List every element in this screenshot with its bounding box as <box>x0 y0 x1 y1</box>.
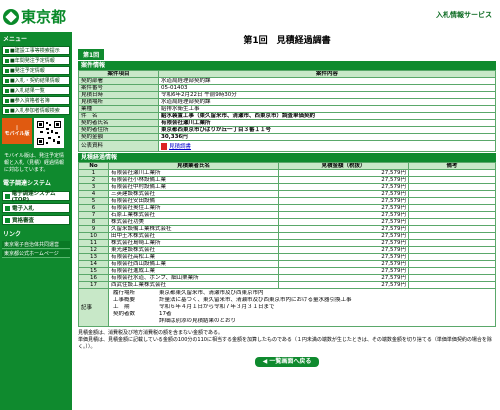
table-row: 件 名給水装置工事（東久留米市、清瀬市、西東京市）調査単価契約 <box>78 112 496 120</box>
note-1: 見積金額は、消費税及び地方消費税の額を含まない金額である。 <box>78 330 223 336</box>
info-header-item: 案件項目 <box>78 70 159 78</box>
bullet-icon <box>5 48 9 53</box>
bullet-icon <box>5 108 9 113</box>
e-procurement-top-button[interactable]: 電子調達システム(TOP) <box>2 191 70 203</box>
main-content: 第1回 見積経過調書 第1回 案件情報 案件項目 案件内容 契約部署 水道局経理部… <box>78 32 496 367</box>
table-row: 13 有限会社高松工業 27,579円 <box>78 253 496 261</box>
round-tab: 第1回 <box>78 49 105 60</box>
table-row: 見積場所 水道局経理部契約課 <box>78 98 496 106</box>
table-row: 17 西武住設工業株式会社 27,579円 <box>78 281 496 289</box>
tokyo-logo[interactable]: 東京都 <box>3 6 66 27</box>
table-row: 契約者住所 東京都西東京市ひばりが丘一丁目３番１１号 <box>78 126 496 134</box>
info-header-content: 案件内容 <box>158 70 496 78</box>
mobile-note: モバイル版は、発注予定情報と入札（見積）経過情報に対応しています。 <box>4 153 65 173</box>
e-bidding-button[interactable]: 電子入札 <box>2 203 70 213</box>
table-row: 契約部署 水道局経理部契約課 <box>78 77 496 85</box>
table-row: 10 田中土木株式会社 27,579円 <box>78 232 496 240</box>
notes: 見積金額は、消費税及び地方消費税の額を含まない金額である。 単価見積は、見積金額… <box>78 330 496 351</box>
table-row: 7 石原工業株式会社 27,579円 <box>78 211 496 219</box>
table-row: 見積日時 令和6年2月22日 午前9時30分 <box>78 91 496 99</box>
links-title: リンク <box>3 231 22 238</box>
link-tokyo-official[interactable]: 東京都公式ホームページ <box>2 250 70 258</box>
table-row: 11 株式会社島崎工業所 27,579円 <box>78 239 496 247</box>
table-row: 公表資料 見積調書 <box>78 140 496 152</box>
table-row: 14 有限会社西山設備工業 27,579円 <box>78 260 496 268</box>
remarks-content: 履行場所 東京都東久留米市、清瀬市及び西東京市内 工事概要 計量法に基づく、東久留米市… <box>108 288 496 327</box>
table-row: 9 久留米設備工業株式会社 27,579円 <box>78 225 496 233</box>
table-row: 1 有限会社瀬川工業所 27,579円 <box>78 169 496 177</box>
pdf-icon <box>161 142 167 150</box>
result-header-remark: 備考 <box>408 162 496 170</box>
mobile-section: ▯ モバイル版 <box>2 118 70 148</box>
table-row: 2 有限会社小林設備工業 27,579円 <box>78 176 496 184</box>
sidebar-item-participant-search[interactable]: ■入札参加者情報検索 <box>2 106 70 115</box>
table-row: 案件番号 05-01403 <box>78 84 496 92</box>
bullet-icon <box>5 58 9 63</box>
remarks-line: 履行場所 東京都東久留米市、清瀬市及び西東京市内 <box>113 290 264 296</box>
remarks-line: 工 期令和６年４月１日から令和７年３月３１日まで <box>113 304 275 310</box>
result-header-no: No <box>78 162 109 170</box>
page-title: 第1回 見積経過調書 <box>243 36 331 46</box>
public-document-link[interactable]: 見積調書 <box>158 140 496 152</box>
table-row: 4 三英建設株式会社 27,579円 <box>78 190 496 198</box>
table-row: 3 有限会社中村設備工業 27,579円 <box>78 183 496 191</box>
sidebar-item-result-list[interactable]: ■入札結果一覧 <box>2 86 70 95</box>
bid-info-service-link[interactable]: 入札情報サービス <box>436 10 492 20</box>
bullet-icon <box>5 88 9 93</box>
note-2: 単価見積は、見積金額に記載している金額の100分の110に相当する金額を加算した… <box>78 337 492 350</box>
link-e-government[interactable]: 東京電子自治体共同運営 <box>2 241 70 249</box>
table-row: 16 有限会社水道、ポンプ、細山栗業所 27,579円 <box>78 274 496 282</box>
sidebar-item-order-plan[interactable]: ■発注予定情報 <box>2 66 70 75</box>
remarks-line: 契約者数 17者 <box>113 311 172 317</box>
logo-text: 東京都 <box>21 8 67 26</box>
remarks-inner: 履行場所 東京都東久留米市、清瀬市及び西東京市内 工事概要 計量法に基づく、東久留米市… <box>111 290 354 325</box>
square-icon <box>5 205 10 211</box>
result-header-name: 見積業者氏名 <box>108 162 279 170</box>
info-section-bar: 案件情報 <box>78 61 496 70</box>
result-section-bar: 見積経過情報 <box>78 153 496 162</box>
sidebar-item-construction-search[interactable]: ■建設工事等検索提示 <box>2 46 70 55</box>
qr-code-icon <box>34 118 64 148</box>
remarks-row: 記事 履行場所 東京都東久留米市、清瀬市及び西東京市内 工事概要 計量法に基づく、東久… <box>78 288 496 327</box>
table-row: 6 有限会社奥住工業所 27,579円 <box>78 204 496 212</box>
table-row: 12 東光建設株式会社 27,579円 <box>78 246 496 254</box>
result-header-amount: 見積金額（税抜） <box>278 162 409 170</box>
estimate-result-table: No 見積業者氏名 見積金額（税抜） 備考 1 有限会社瀬川工業所 27,579円 2… <box>78 162 496 327</box>
remarks-line: 詳細は別添の見積結果のとおり <box>159 318 237 324</box>
system-section-title: 電子調達システム <box>3 180 51 187</box>
table-row: 8 株式会社功美 27,579円 <box>78 218 496 226</box>
square-icon <box>5 217 10 223</box>
remarks-label: 記事 <box>78 288 109 327</box>
table-row: 業種 給排水衛生工事 <box>78 105 496 113</box>
sidebar-item-qualified-list[interactable]: ■参入資格者名簿 <box>2 96 70 105</box>
sidebar-item-annual-plan[interactable]: ■年間発注予定情報 <box>2 56 70 65</box>
table-row: 5 有限会社安田設備 27,579円 <box>78 197 496 205</box>
case-info-table: 案件項目 案件内容 契約部署 水道局経理部契約課 案件番号 05-01403 見積日… <box>78 70 496 152</box>
mobile-version-button[interactable]: ▯ モバイル版 <box>2 118 32 144</box>
bullet-icon <box>5 98 9 103</box>
bullet-icon <box>5 78 9 83</box>
bullet-icon <box>5 68 9 73</box>
back-to-list-button[interactable]: ◀ 一覧画面へ戻る <box>255 357 319 367</box>
square-icon <box>5 193 10 199</box>
table-row: 契約者氏名 有限会社瀬川工業所 <box>78 119 496 127</box>
tokyo-emblem-icon <box>3 8 19 25</box>
sidebar-menu-title: メニュー <box>3 36 28 43</box>
sidebar: メニュー ■建設工事等検索提示 ■年間発注予定情報 ■発注予定情報 ■入札・契約… <box>0 32 72 410</box>
table-row: 15 有限会社進成工業 27,579円 <box>78 267 496 275</box>
qualification-button[interactable]: 資格審査 <box>2 215 70 225</box>
page-header: 東京都 入札情報サービス <box>0 0 500 32</box>
sidebar-item-bid-results[interactable]: ■入札・契約結果情報 <box>2 76 70 85</box>
remarks-line: 工事概要 計量法に基づく、東久留米市、清瀬市及び西東京市内における量水器引換工事 <box>113 297 352 303</box>
table-row: 契約金額 30,336円 <box>78 133 496 141</box>
